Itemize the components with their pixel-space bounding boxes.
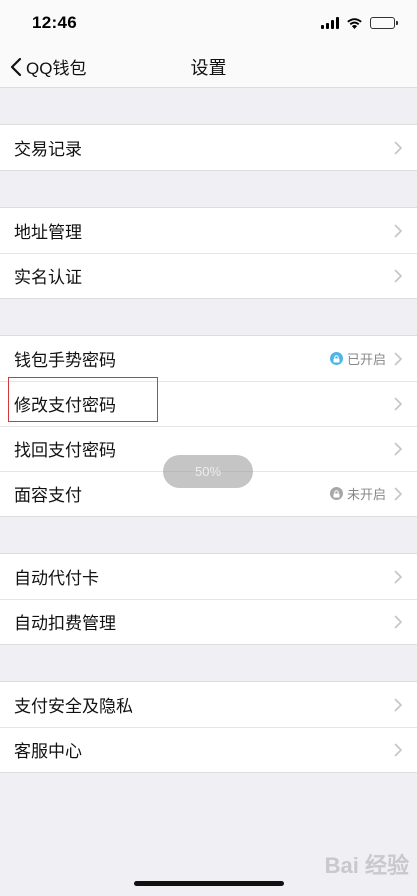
settings-group: 地址管理 实名认证 <box>0 207 417 299</box>
status-indicator: 未开启 <box>329 484 386 503</box>
settings-row-label: 客服中心 <box>14 742 82 761</box>
chevron-right-icon <box>394 352 402 365</box>
back-label: QQ钱包 <box>26 59 87 78</box>
settings-row[interactable]: 实名认证 <box>0 253 417 298</box>
settings-row-label: 交易记录 <box>14 140 82 159</box>
status-icons <box>321 17 398 29</box>
wifi-icon <box>347 18 362 29</box>
settings-row[interactable]: 交易记录 <box>0 125 417 170</box>
settings-row-label: 支付安全及隐私 <box>14 697 133 716</box>
chevron-right-icon <box>394 743 402 756</box>
chevron-right-icon <box>394 141 402 154</box>
chevron-left-icon <box>10 57 22 76</box>
chevron-right-icon <box>394 224 402 237</box>
settings-group: 交易记录 <box>0 124 417 171</box>
lock-icon <box>329 487 343 500</box>
chevron-right-icon <box>394 397 402 410</box>
settings-group: 钱包手势密码 已开启 修改支付密码 找回支付密码 面容支付 未开启 <box>0 335 417 517</box>
cellular-signal-icon <box>321 17 339 29</box>
chevron-right-icon <box>394 269 402 282</box>
lock-icon <box>329 352 343 365</box>
settings-row[interactable]: 自动代付卡 <box>0 554 417 599</box>
settings-row-label: 实名认证 <box>14 268 82 287</box>
progress-text: 50% <box>194 464 222 479</box>
settings-list: 交易记录 地址管理 实名认证 钱包手势密码 已开启 修改支付密码 找回支付密码 面容支付 未开启… <box>0 88 417 773</box>
home-indicator[interactable] <box>134 881 284 886</box>
status-text: 已开启 <box>346 352 386 367</box>
settings-row[interactable]: 修改支付密码 <box>0 381 417 426</box>
settings-group: 支付安全及隐私 客服中心 <box>0 681 417 773</box>
chevron-right-icon <box>394 698 402 711</box>
status-indicator: 已开启 <box>329 349 386 368</box>
settings-group: 自动代付卡自动扣费管理 <box>0 553 417 645</box>
navigation-bar: QQ钱包 设置 <box>0 46 417 88</box>
battery-icon <box>370 17 398 29</box>
settings-row-label: 自动代付卡 <box>14 569 99 588</box>
status-bar: 12:46 <box>0 0 417 46</box>
settings-row-label: 修改支付密码 <box>14 396 116 415</box>
settings-row-label: 钱包手势密码 <box>14 351 116 370</box>
settings-row-label: 地址管理 <box>14 223 82 242</box>
status-time: 12:46 <box>32 13 77 32</box>
status-text: 未开启 <box>346 487 386 502</box>
chevron-right-icon <box>394 487 402 500</box>
chevron-right-icon <box>394 615 402 628</box>
chevron-right-icon <box>394 570 402 583</box>
settings-row[interactable]: 钱包手势密码 已开启 <box>0 336 417 381</box>
settings-row[interactable]: 客服中心 <box>0 727 417 772</box>
chevron-right-icon <box>394 442 402 455</box>
settings-row[interactable]: 地址管理 <box>0 208 417 253</box>
settings-row[interactable]: 支付安全及隐私 <box>0 682 417 727</box>
progress-indicator: 50% <box>163 455 253 488</box>
watermark: Bai 经验 <box>324 853 409 878</box>
settings-row-label: 自动扣费管理 <box>14 614 116 633</box>
settings-row[interactable]: 自动扣费管理 <box>0 599 417 644</box>
back-button[interactable]: QQ钱包 <box>0 54 86 79</box>
